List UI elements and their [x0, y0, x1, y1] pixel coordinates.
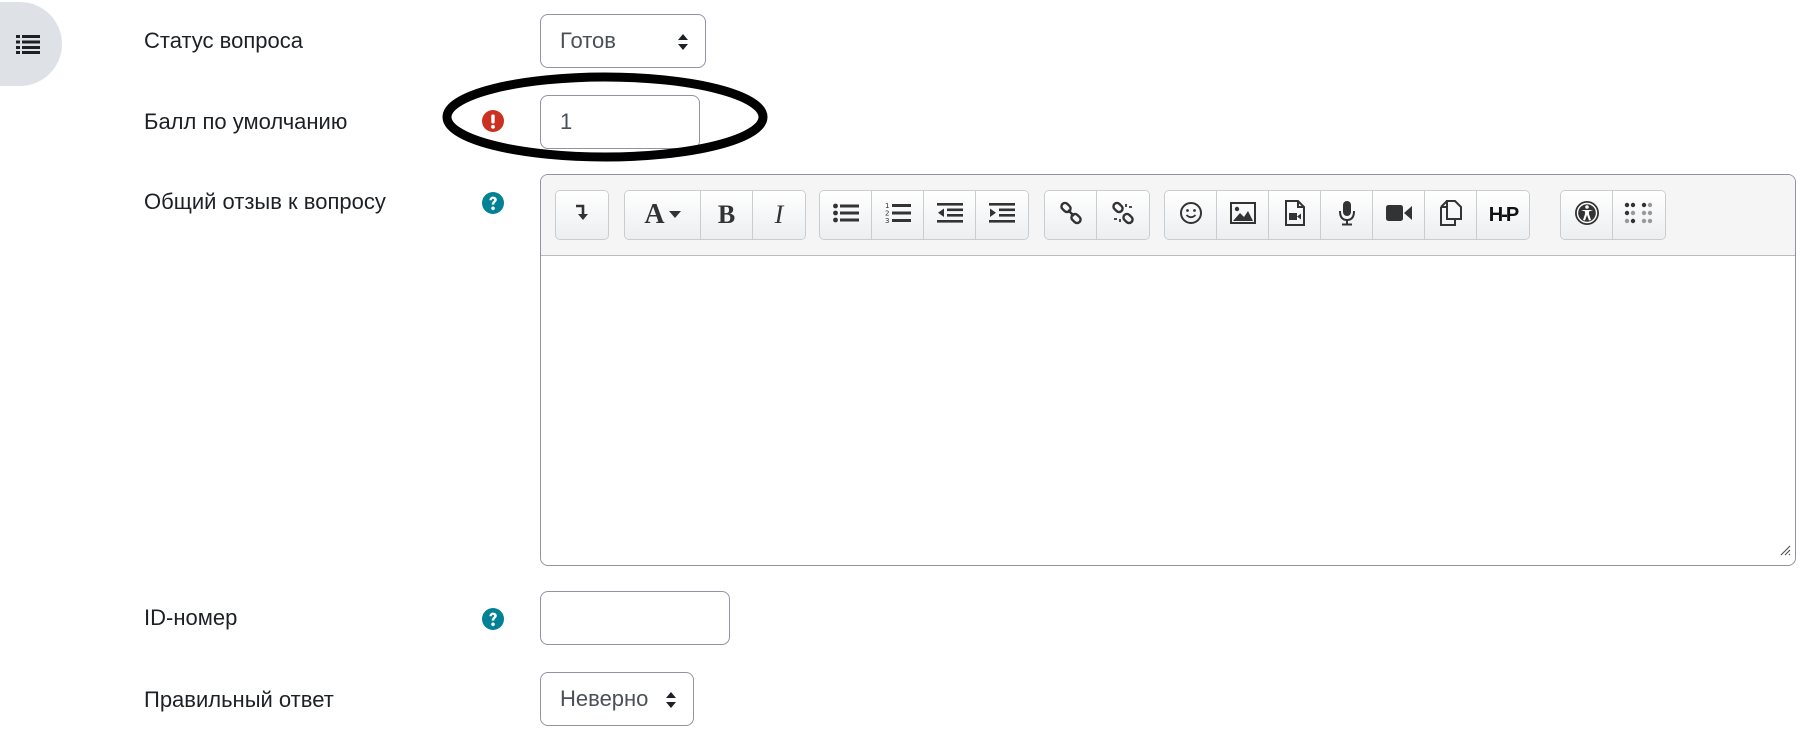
- toolbar-toggle-icon: [574, 203, 590, 228]
- outdent-icon: [936, 202, 963, 228]
- toolbar-group-lists: 1 2 3: [819, 190, 1029, 240]
- outdent-button[interactable]: [924, 191, 976, 239]
- emoji-button[interactable]: [1165, 191, 1217, 239]
- select-caret-icon: [677, 32, 689, 58]
- manage-files-button[interactable]: [1425, 191, 1477, 239]
- resize-grip-icon[interactable]: [1779, 543, 1791, 561]
- correct-answer-label: Правильный ответ: [144, 687, 334, 712]
- image-icon: [1229, 201, 1256, 229]
- unordered-list-button[interactable]: [820, 191, 872, 239]
- h5p-button[interactable]: H-P: [1477, 191, 1529, 239]
- record-audio-icon: [1338, 200, 1356, 231]
- bold-icon: B: [717, 200, 736, 229]
- font-size-icon: A: [644, 199, 681, 231]
- question-circle-icon[interactable]: [482, 192, 504, 214]
- select-caret-icon: [665, 690, 677, 716]
- italic-icon: I: [774, 200, 784, 229]
- unlink-icon: [1111, 201, 1135, 230]
- status-selected-value: Готов: [560, 28, 616, 53]
- general-feedback-label: Общий отзыв к вопросу: [144, 189, 386, 214]
- toolbar-group-links: [1044, 190, 1150, 240]
- media-icon: [1284, 199, 1306, 231]
- status-select[interactable]: Готов: [540, 14, 706, 68]
- list-icon: [16, 34, 40, 54]
- font-size-button[interactable]: A: [625, 191, 701, 239]
- screenreader-helper-button[interactable]: [1613, 191, 1665, 239]
- record-audio-button[interactable]: [1321, 191, 1373, 239]
- record-video-icon: [1385, 204, 1412, 227]
- h5p-icon: H-P: [1488, 203, 1519, 226]
- indent-button[interactable]: [976, 191, 1028, 239]
- question-circle-icon[interactable]: [482, 608, 504, 630]
- editor-content-area[interactable]: [541, 256, 1795, 565]
- default-mark-label: Балл по умолчанию: [144, 109, 348, 134]
- ordered-list-icon: 1 2 3: [885, 202, 911, 229]
- toolbar-group-media: H-P: [1164, 190, 1530, 240]
- drawer-toggle-button[interactable]: [0, 2, 62, 86]
- media-button[interactable]: [1269, 191, 1321, 239]
- status-label: Статус вопроса: [144, 28, 303, 53]
- default-mark-value: 1: [560, 109, 573, 134]
- ordered-list-button[interactable]: 1 2 3: [872, 191, 924, 239]
- link-icon: [1059, 201, 1083, 230]
- emoji-icon: [1179, 201, 1203, 230]
- correct-answer-selected-value: Неверно: [560, 686, 649, 711]
- indent-icon: [989, 202, 1015, 228]
- id-number-input[interactable]: [540, 591, 730, 645]
- svg-text:3: 3: [885, 217, 889, 224]
- toolbar-group-collapse: [555, 190, 609, 240]
- unlink-button[interactable]: [1097, 191, 1149, 239]
- correct-answer-select[interactable]: Неверно: [540, 672, 694, 726]
- toolbar-group-style: A B I: [624, 190, 806, 240]
- unordered-list-icon: [832, 203, 859, 228]
- bold-button[interactable]: B: [701, 191, 753, 239]
- feedback-editor: A B I 1 2 3 H-P: [540, 174, 1796, 566]
- accessibility-checker-button[interactable]: [1561, 191, 1613, 239]
- manage-files-icon: [1439, 199, 1463, 231]
- screenreader-helper-icon: [1624, 202, 1654, 229]
- exclamation-circle-icon: [482, 110, 504, 132]
- italic-button[interactable]: I: [753, 191, 805, 239]
- toolbar-group-accessibility: [1560, 190, 1666, 240]
- question-edit-form: Статус вопроса Готов Балл по умолчанию 1…: [0, 0, 1800, 740]
- editor-toolbar: A B I 1 2 3 H-P: [541, 175, 1795, 256]
- accessibility-checker-icon: [1574, 200, 1600, 231]
- default-mark-input[interactable]: 1: [540, 95, 700, 149]
- link-button[interactable]: [1045, 191, 1097, 239]
- id-number-label: ID-номер: [144, 605, 238, 630]
- image-button[interactable]: [1217, 191, 1269, 239]
- record-video-button[interactable]: [1373, 191, 1425, 239]
- toolbar-toggle-button[interactable]: [556, 191, 608, 239]
